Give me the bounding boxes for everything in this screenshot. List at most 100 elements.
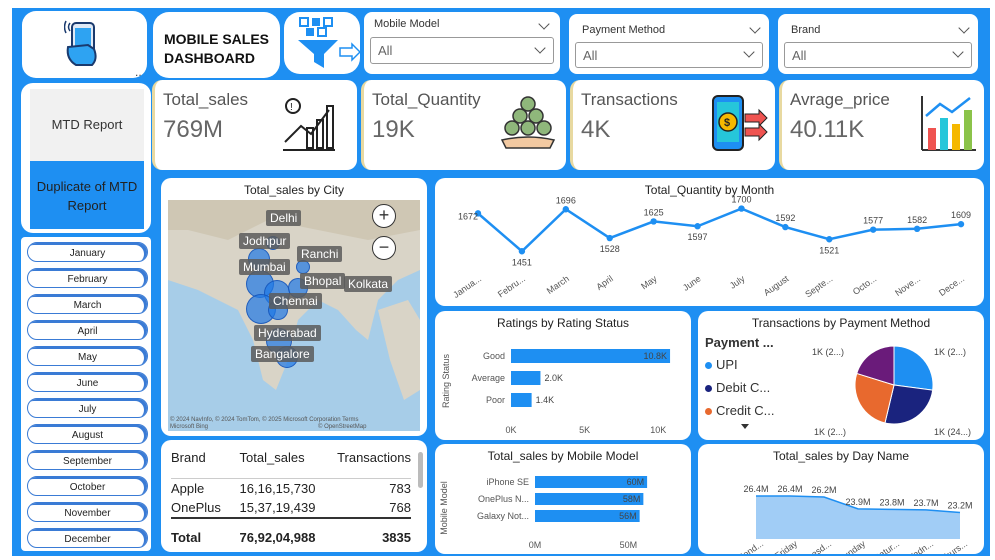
chevron-down-icon[interactable] <box>538 18 550 30</box>
data-label: 60M <box>627 477 645 487</box>
x-tick-label: Nove... <box>893 273 922 298</box>
brand-slicer[interactable]: Brand All <box>778 14 978 74</box>
zoom-in-button[interactable]: + <box>372 204 396 228</box>
month-slicer-item[interactable]: November <box>27 502 148 522</box>
title-line-1: MOBILE SALES <box>164 31 270 47</box>
data-label: 1K (2...) <box>934 347 966 357</box>
table-row[interactable]: Apple 16,16,15,730 783 <box>171 478 411 498</box>
chevron-down-icon[interactable] <box>749 22 761 34</box>
table-scrollbar[interactable] <box>418 452 423 488</box>
kpi-value: 40.11K <box>790 116 865 143</box>
map-attribution: © 2024 NavInfo, © 2024 TomTom, © 2025 Mi… <box>170 417 358 423</box>
kpi-average-price: Avrage_price 40.11K <box>779 80 984 170</box>
y-tick-label: Good <box>483 351 505 361</box>
payment-method-slicer[interactable]: Payment Method All <box>569 14 769 74</box>
chevron-down-icon <box>743 46 755 58</box>
map-land <box>168 200 420 400</box>
kpi-total-quantity: Total_Quantity 19K <box>361 80 566 170</box>
title-card: MOBILE SALES DASHBOARD <box>153 12 280 78</box>
map-credit: © 2024 NavInfo, © 2024 TomTom, © 2025 Mi… <box>170 417 341 423</box>
bing-logo: Microsoft Bing <box>170 424 209 430</box>
y-tick-label: Poor <box>486 395 505 405</box>
month-slicer-item[interactable]: July <box>27 398 148 418</box>
month-slicer-item[interactable]: September <box>27 450 148 470</box>
month-slicer-item[interactable]: October <box>27 476 148 496</box>
brand-sales-table: Brand Total_sales Transactions Apple 16,… <box>171 450 411 548</box>
kpi-value: 4K <box>581 116 611 143</box>
month-slicer-item[interactable]: August <box>27 424 148 444</box>
kpi-total-sales: Total_sales 769M ! <box>152 80 357 170</box>
table-cell: Total <box>171 530 202 545</box>
x-tick-label: 5K <box>579 425 590 435</box>
data-label: 1696 <box>556 195 576 205</box>
month-slicer-item[interactable]: May <box>27 346 148 366</box>
data-label: 1700 <box>731 195 751 205</box>
zoom-out-button[interactable]: − <box>372 236 396 260</box>
column-header[interactable]: Transactions <box>327 450 411 478</box>
filter-icon-card <box>284 12 360 74</box>
sales-by-day-chart: Total_sales by Day Name 26.4M Mond... 26.4… <box>698 444 984 554</box>
brand-dropdown[interactable]: All <box>784 42 972 68</box>
line-point <box>957 220 965 228</box>
city-label: Bangalore <box>251 346 314 362</box>
city-bubble[interactable] <box>296 260 310 274</box>
payment-method-dropdown[interactable]: All <box>575 42 763 68</box>
table-cell: 783 <box>389 480 411 496</box>
data-label: 1K (2...) <box>812 347 844 357</box>
month-slicer-item[interactable]: February <box>27 268 148 288</box>
table-cell: 3835 <box>382 530 411 545</box>
page-title: MOBILE SALES DASHBOARD <box>164 30 269 68</box>
x-tick-label: March <box>545 273 571 296</box>
mobile-model-dropdown[interactable]: All <box>370 37 554 64</box>
month-slicer-item[interactable]: June <box>27 372 148 392</box>
growth-chart-icon: ! <box>283 98 335 151</box>
data-label: 1672 <box>458 211 478 221</box>
ratings-chart: Ratings by Rating Status Rating Status Go… <box>435 311 691 440</box>
quantity-line <box>477 207 962 253</box>
more-options-icon[interactable]: ... <box>135 65 145 78</box>
slicer-label: Brand <box>791 24 821 36</box>
data-label: 2.0K <box>544 373 563 383</box>
chevron-down-icon <box>534 42 546 54</box>
x-tick-label: Dece... <box>937 273 966 298</box>
data-label: 1592 <box>775 213 795 223</box>
mtd-report-button[interactable]: MTD Report <box>30 89 144 161</box>
month-slicer-item[interactable]: April <box>27 320 148 340</box>
coins-hand-icon <box>500 96 556 149</box>
bar <box>511 371 541 385</box>
city-label: Kolkata <box>344 276 393 292</box>
mobile-model-slicer[interactable]: Mobile Model All <box>364 12 560 74</box>
column-header[interactable]: Brand <box>171 450 228 478</box>
x-tick-label: Wedn... <box>904 538 935 554</box>
table-cell: OnePlus <box>171 500 221 515</box>
data-label: 26.2M <box>811 485 836 495</box>
pie-slice <box>893 345 934 391</box>
kpi-transactions: Transactions 4K $ <box>570 80 775 170</box>
data-label: 58M <box>623 494 641 504</box>
month-slicer-item[interactable]: January <box>27 242 148 262</box>
data-label: 26.4M <box>777 484 802 494</box>
month-slicer-item[interactable]: March <box>27 294 148 314</box>
chevron-down-icon[interactable] <box>958 22 970 34</box>
x-tick-label: August <box>762 273 791 298</box>
x-tick-label: 0K <box>505 425 516 435</box>
duplicate-mtd-report-button[interactable]: Duplicate of MTD Report <box>30 161 144 229</box>
map-area[interactable]: Delhi Jodhpur Ranchi Mumbai Bhopal Kolka… <box>168 200 420 431</box>
month-slicer: January February March April May June July Augu… <box>21 237 151 551</box>
map-terms-link[interactable]: Terms <box>342 417 358 423</box>
month-slicer-item[interactable]: December <box>27 528 148 548</box>
x-tick-label: 50M <box>620 540 638 550</box>
line-point <box>562 206 570 213</box>
kpi-label: Avrage_price <box>790 90 890 109</box>
line-point <box>913 225 921 232</box>
table-header-row: Brand Total_sales Transactions <box>171 450 411 478</box>
data-label: 1577 <box>863 216 883 226</box>
x-tick-label: Sunday <box>836 538 867 554</box>
kpi-label: Transactions <box>581 90 678 109</box>
bar-chart-icon <box>921 96 976 151</box>
table-row[interactable]: OnePlus 15,37,19,439 768 <box>171 498 411 518</box>
line-point <box>869 226 877 233</box>
table-cell: 76,92,04,988 <box>239 530 316 545</box>
logo-card: ... <box>22 11 147 78</box>
column-header[interactable]: Total_sales <box>228 450 328 478</box>
